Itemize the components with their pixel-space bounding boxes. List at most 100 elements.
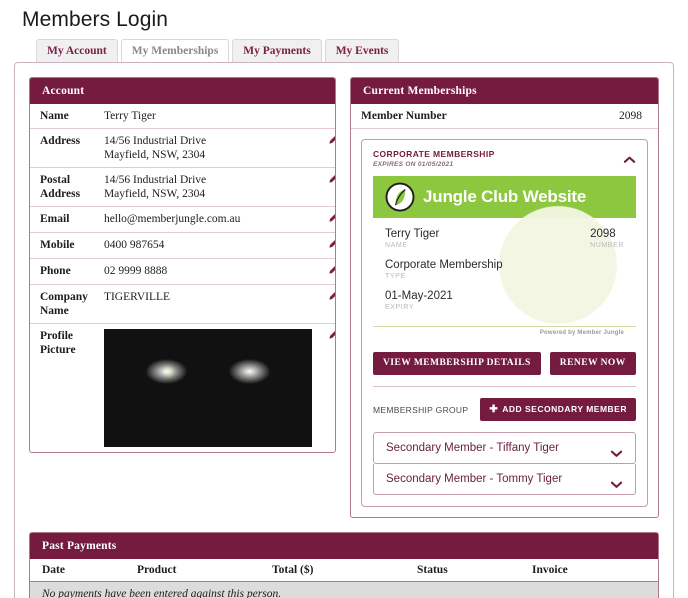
account-panel-heading: Account: [30, 78, 335, 104]
table-row: Company Name TIGERVILLE: [30, 284, 335, 324]
account-value-profile-picture: [94, 324, 318, 453]
account-value-address: 14/56 Industrial Drive Mayfield, NSW, 23…: [93, 128, 318, 168]
tab-my-events[interactable]: My Events: [324, 39, 400, 62]
account-label-phone: Phone: [30, 258, 94, 285]
tab-my-payments[interactable]: My Payments: [232, 39, 322, 62]
member-number-label: Member Number: [361, 110, 447, 122]
secondary-member-label: Secondary Member - Tommy Tiger: [386, 473, 563, 485]
pencil-icon[interactable]: [328, 238, 335, 249]
members-login-page: Members Login My Account My Memberships …: [0, 0, 688, 598]
membership-group-label: MEMBERSHIP GROUP: [373, 404, 469, 415]
account-table: Name Terry Tiger Address 14/56 Industria…: [30, 104, 335, 453]
digital-card-number-block: 2098 NUMBER: [590, 227, 624, 251]
past-payments-table: Date Product Total ($) Status Invoice No…: [30, 559, 658, 598]
table-row: No payments have been entered against th…: [30, 581, 658, 598]
digital-card-name-value: Terry Tiger: [385, 228, 440, 240]
membership-type-title: CORPORATE MEMBERSHIP: [373, 149, 495, 159]
column-header-date: Date: [30, 559, 125, 582]
membership-expiry-note: EXPIRES ON 01/05/2021: [373, 161, 454, 168]
pencil-icon[interactable]: [328, 173, 335, 184]
pencil-icon[interactable]: [328, 264, 335, 275]
content-shell: Account Name Terry Tiger Address 14/56 I…: [14, 62, 674, 598]
renew-now-button[interactable]: RENEW NOW: [549, 352, 636, 375]
digital-card-header: Jungle Club Website: [373, 176, 636, 218]
memberships-panel-heading: Current Memberships: [351, 78, 658, 104]
digital-card-number-label: NUMBER: [590, 242, 624, 249]
two-column-layout: Account Name Terry Tiger Address 14/56 I…: [29, 77, 659, 518]
edit-company-name-cell[interactable]: [317, 284, 335, 324]
account-label-postal-address: Postal Address: [30, 167, 94, 207]
account-label-name: Name: [30, 104, 94, 129]
account-label-profile-picture: Profile Picture: [40, 330, 76, 356]
past-payments-heading: Past Payments: [30, 533, 658, 559]
digital-card-name-label: NAME: [385, 242, 408, 249]
edit-email-cell[interactable]: [317, 206, 335, 233]
page-title: Members Login: [22, 8, 169, 31]
column-header-total: Total ($): [260, 559, 405, 582]
account-label-mobile: Mobile: [30, 232, 94, 259]
edit-phone-cell[interactable]: [317, 258, 335, 285]
leaf-circle-logo-icon: [385, 182, 415, 212]
pencil-icon[interactable]: [328, 290, 335, 301]
tab-my-account[interactable]: My Account: [36, 39, 118, 62]
account-label-address: Address: [30, 128, 94, 168]
account-panel: Account Name Terry Tiger Address 14/56 I…: [29, 77, 336, 453]
membership-card-header[interactable]: CORPORATE MEMBERSHIP EXPIRES ON 01/05/20…: [373, 149, 636, 168]
column-header-product: Product: [125, 559, 260, 582]
column-header-invoice: Invoice: [520, 559, 658, 582]
edit-address-cell[interactable]: [317, 128, 335, 168]
plus-icon: ✚: [489, 403, 499, 415]
tab-bar: My Account My Memberships My Payments My…: [0, 38, 688, 62]
secondary-member-label: Secondary Member - Tiffany Tiger: [386, 442, 559, 454]
memberships-column: Current Memberships Member Number 2098 C…: [350, 77, 659, 518]
secondary-member-row-tiffany[interactable]: Secondary Member - Tiffany Tiger: [373, 432, 636, 464]
account-value-postal-address: 14/56 Industrial Drive Mayfield, NSW, 23…: [93, 167, 318, 207]
past-payments-panel: Past Payments Date Product Total ($) Sta…: [29, 532, 659, 598]
chevron-up-icon[interactable]: [623, 151, 636, 163]
digital-card-brand: Jungle Club Website: [423, 187, 587, 206]
secondary-member-row-tommy[interactable]: Secondary Member - Tommy Tiger: [373, 464, 636, 495]
tab-my-memberships[interactable]: My Memberships: [120, 39, 230, 62]
table-row: Phone 02 9999 8888: [30, 258, 335, 285]
digital-card-type-value: Corporate Membership: [385, 259, 503, 271]
pencil-icon[interactable]: [328, 134, 335, 145]
edit-profile-picture-cell[interactable]: [318, 324, 335, 453]
account-value-company-name: TIGERVILLE: [93, 284, 318, 324]
digital-card-powered-by: Powered by Member Jungle: [373, 326, 636, 341]
add-secondary-member-label: ADD SECONDARY MEMBER: [502, 404, 627, 414]
pencil-icon[interactable]: [328, 212, 335, 223]
digital-card-body: Terry Tiger NAME 2098 NUMBER Corporate M…: [373, 218, 636, 322]
view-membership-details-button[interactable]: VIEW MEMBERSHIP DETAILS: [373, 352, 541, 375]
digital-membership-card: Jungle Club Website Terry Tiger NAME 209…: [373, 176, 636, 341]
digital-card-number-value: 2098: [590, 228, 616, 240]
table-row: Address 14/56 Industrial Drive Mayfield,…: [30, 128, 335, 168]
chevron-down-icon[interactable]: [610, 445, 623, 457]
chevron-down-icon[interactable]: [610, 476, 623, 488]
column-header-status: Status: [405, 559, 520, 582]
table-header-row: Date Product Total ($) Status Invoice: [30, 559, 658, 582]
table-row: Postal Address 14/56 Industrial Drive Ma…: [30, 167, 335, 207]
digital-card-expiry-block: 01-May-2021 EXPIRY: [385, 289, 624, 313]
member-number-row: Member Number 2098: [351, 104, 658, 129]
memberships-body: CORPORATE MEMBERSHIP EXPIRES ON 01/05/20…: [351, 129, 658, 517]
account-value-email: hello@memberjungle.com.au: [93, 206, 318, 233]
account-value-mobile: 0400 987654: [93, 232, 318, 259]
membership-action-buttons: VIEW MEMBERSHIP DETAILS RENEW NOW: [373, 352, 636, 375]
add-secondary-member-button[interactable]: ✚ ADD SECONDARY MEMBER: [480, 398, 636, 421]
edit-mobile-cell[interactable]: [317, 232, 335, 259]
member-number-value: 2098: [619, 110, 642, 122]
table-row: Profile Picture: [30, 324, 335, 453]
pencil-icon[interactable]: [328, 329, 335, 340]
account-action-name: [317, 104, 335, 129]
account-column: Account Name Terry Tiger Address 14/56 I…: [29, 77, 336, 453]
digital-card-expiry-value: 01-May-2021: [385, 290, 453, 302]
digital-card-type-block: Corporate Membership TYPE: [385, 258, 624, 282]
account-label-email: Email: [30, 206, 94, 233]
edit-postal-address-cell[interactable]: [317, 167, 335, 207]
current-memberships-panel: Current Memberships Member Number 2098 C…: [350, 77, 659, 518]
membership-group-row: MEMBERSHIP GROUP ✚ ADD SECONDARY MEMBER: [373, 386, 636, 421]
account-value-phone: 02 9999 8888: [93, 258, 318, 285]
digital-card-name-number-row: Terry Tiger NAME 2098 NUMBER: [385, 227, 624, 251]
membership-card-titles: CORPORATE MEMBERSHIP EXPIRES ON 01/05/20…: [373, 149, 495, 168]
account-value-name: Terry Tiger: [93, 104, 318, 129]
